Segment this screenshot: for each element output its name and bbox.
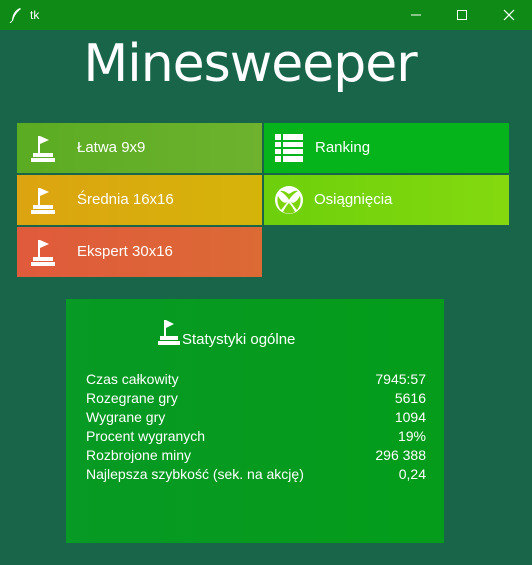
stats-row-label: Procent wygranych [86, 428, 206, 444]
stats-row-total-time: Czas całkowity 7945:57 [86, 371, 426, 390]
stats-panel: Statystyki ogólne Czas całkowity 7945:57… [66, 299, 444, 543]
window-title: tk [30, 8, 40, 22]
maximize-icon [457, 10, 467, 20]
stats-row-best-speed: Najlepsza szybkość (sek. na akcję) 0,24 [86, 466, 426, 485]
close-icon [503, 9, 515, 21]
minimize-button[interactable] [393, 0, 439, 30]
minimize-icon [411, 14, 421, 16]
tile-expert[interactable]: Ekspert 30x16 [17, 227, 262, 277]
stats-row-label: Rozbrojone miny [86, 447, 192, 463]
stats-row-label: Wygrane gry [86, 409, 166, 425]
stats-row-value: 0,24 [398, 466, 426, 482]
stats-row-value: 7945:57 [375, 371, 426, 387]
tile-medium[interactable]: Średnia 16x16 [17, 175, 262, 225]
stats-row-label: Rozegrane gry [86, 390, 178, 406]
stats-row-games-won: Wygrane gry 1094 [86, 409, 426, 428]
stats-row-value: 296 388 [375, 447, 426, 463]
stats-row-label: Najlepsza szybkość (sek. na akcję) [86, 466, 304, 482]
maximize-button[interactable] [439, 0, 485, 30]
stats-title: Statystyki ogólne [182, 331, 296, 348]
title-bar: tk [0, 0, 532, 30]
stats-row-mines-defused: Rozbrojone miny 296 388 [86, 447, 426, 466]
tile-easy[interactable]: Łatwa 9x9 [17, 123, 262, 173]
tile-ranking-label: Ranking [315, 139, 371, 156]
stats-row-games-played: Rozegrane gry 5616 [86, 390, 426, 409]
stats-row-value: 1094 [394, 409, 426, 425]
tile-achievements-label: Osiągnięcia [314, 191, 393, 208]
flag-icon [31, 136, 55, 162]
stats-row-value: 19% [397, 428, 426, 444]
tile-easy-label: Łatwa 9x9 [77, 139, 146, 156]
stats-row-win-percent: Procent wygranych 19% [86, 428, 426, 447]
flag-icon [31, 240, 55, 266]
stats-row-value: 5616 [394, 390, 426, 406]
app-heading: Minesweeper [83, 34, 417, 94]
tile-medium-label: Średnia 16x16 [77, 191, 174, 208]
feather-icon [9, 8, 21, 23]
flag-icon [31, 188, 55, 214]
stats-row-label: Czas całkowity [86, 371, 179, 387]
tile-expert-label: Ekspert 30x16 [77, 243, 173, 260]
tile-ranking[interactable]: Ranking [264, 123, 509, 173]
list-icon [275, 134, 303, 162]
flag-icon [158, 320, 180, 345]
tile-achievements[interactable]: Osiągnięcia [264, 175, 509, 225]
close-button[interactable] [486, 0, 532, 30]
xbox-icon [275, 186, 303, 214]
